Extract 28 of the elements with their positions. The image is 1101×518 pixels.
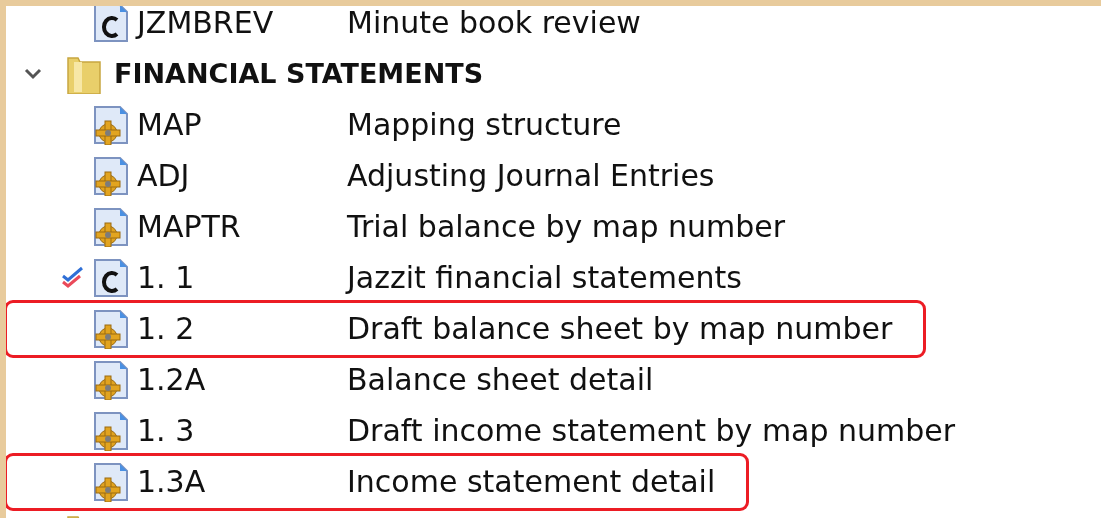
item-description: Trial balance by map number: [347, 209, 787, 244]
gear-document-icon: [91, 104, 131, 145]
item-description: Adjusting Journal Entries: [347, 158, 716, 193]
gear-document-icon: [91, 410, 131, 451]
item-description: Balance sheet detail: [347, 362, 655, 397]
item-description: Income statement detail: [347, 464, 717, 499]
item-description: Draft income statement by map number: [347, 413, 957, 448]
gear-document-icon: [91, 308, 131, 349]
item-description: Minute book review: [347, 6, 642, 40]
item-code: MAP: [136, 107, 203, 142]
item-code: 1.3A: [136, 464, 207, 499]
document-icon: [91, 257, 131, 298]
folder-label[interactable]: FINANCIAL STATEMENTS: [114, 58, 484, 89]
item-code: 1. 1: [136, 260, 196, 295]
item-description: Mapping structure: [347, 107, 623, 142]
item-code: MAPTR: [136, 209, 242, 244]
gear-document-icon: [91, 155, 131, 196]
item-code: JZMBREV: [134, 6, 275, 40]
item-code: 1. 3: [136, 413, 196, 448]
item-description: Draft balance sheet by map number: [347, 311, 894, 346]
document-icon: [91, 6, 131, 43]
gear-document-icon: [91, 359, 131, 400]
item-code: 1. 2: [136, 311, 196, 346]
item-description: Jazzit financial statements: [347, 260, 743, 295]
item-code: 1.2A: [136, 362, 207, 397]
item-code: ADJ: [136, 158, 191, 193]
gear-document-icon: [91, 461, 131, 502]
gear-document-icon: [91, 206, 131, 247]
